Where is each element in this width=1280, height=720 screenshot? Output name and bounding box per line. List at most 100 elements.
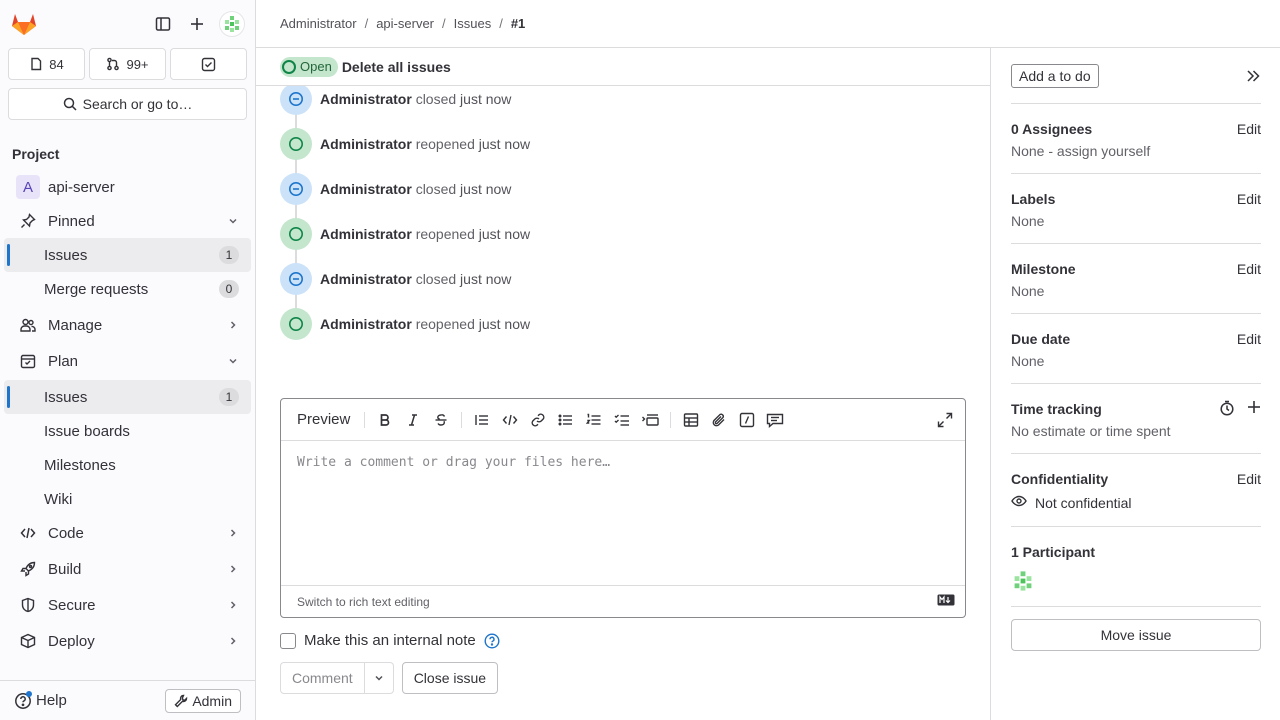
calendar-icon <box>20 353 36 369</box>
sidebar-footer: Help Admin <box>0 680 255 720</box>
sidebar-item-secure[interactable]: Secure <box>4 588 251 622</box>
user-avatar[interactable] <box>219 11 245 37</box>
event-time[interactable]: just now <box>479 226 530 242</box>
sidebar-item-code[interactable]: Code <box>4 516 251 550</box>
project-link[interactable]: A api-server <box>4 170 251 204</box>
task-list-icon[interactable] <box>608 406 636 434</box>
event-time[interactable]: just now <box>479 316 530 332</box>
pinned-label: Pinned <box>48 212 95 230</box>
quote-icon[interactable] <box>468 406 496 434</box>
sidebar-item-pinned-merge-requests[interactable]: Merge requests 0 <box>4 272 251 306</box>
breadcrumb-item[interactable]: #1 <box>511 16 525 31</box>
edit-milestone-button[interactable]: Edit <box>1237 261 1261 277</box>
numbered-list-icon[interactable] <box>580 406 608 434</box>
link-icon[interactable] <box>524 406 552 434</box>
event-time[interactable]: just now <box>460 181 511 197</box>
toggle-sidebar-icon[interactable] <box>151 12 175 36</box>
move-issue-button[interactable]: Move issue <box>1011 619 1261 651</box>
event-actor[interactable]: Administrator <box>320 316 412 332</box>
event-actor[interactable]: Administrator <box>320 271 412 287</box>
milestone-section: Milestone Edit None <box>1011 244 1261 314</box>
attach-file-icon[interactable] <box>705 406 733 434</box>
chevron-right-icon <box>227 319 239 331</box>
collapsible-section-icon[interactable] <box>636 406 664 434</box>
admin-button[interactable]: Admin <box>165 688 241 713</box>
user-counts: 84 99+ <box>0 48 255 80</box>
bold-icon[interactable] <box>371 406 399 434</box>
comment-button[interactable]: Comment <box>280 662 365 694</box>
due-date-section: Due date Edit None <box>1011 314 1261 384</box>
edit-confidentiality-button[interactable]: Edit <box>1237 471 1261 487</box>
timeline-event: Administrator closed just now <box>280 166 980 211</box>
participant-avatar[interactable] <box>1011 569 1261 596</box>
event-actor[interactable]: Administrator <box>320 181 412 197</box>
breadcrumb-item[interactable]: Administrator <box>280 16 357 31</box>
edit-assignees-button[interactable]: Edit <box>1237 121 1261 137</box>
plus-icon[interactable] <box>185 12 209 36</box>
slash-command-icon[interactable] <box>733 406 761 434</box>
confidentiality-title: Confidentiality <box>1011 471 1109 487</box>
assignees-value[interactable]: None - assign yourself <box>1011 143 1261 159</box>
rich-text-toggle[interactable]: Switch to rich text editing <box>297 595 430 609</box>
add-time-icon[interactable] <box>1247 400 1261 419</box>
event-actor[interactable]: Administrator <box>320 136 412 152</box>
milestone-value: None <box>1011 283 1045 299</box>
sidebar-item-plan[interactable]: Plan <box>4 344 251 378</box>
bullet-list-icon[interactable] <box>552 406 580 434</box>
issue-closed-icon <box>280 172 312 205</box>
event-actor[interactable]: Administrator <box>320 226 412 242</box>
issue-sticky-header: Open Delete all issues <box>256 48 990 86</box>
collapse-sidebar-icon[interactable] <box>1245 68 1261 84</box>
internal-note-row: Make this an internal note <box>280 632 500 649</box>
edit-labels-button[interactable]: Edit <box>1237 191 1261 207</box>
confidentiality-value: Not confidential <box>1035 494 1132 511</box>
event-time[interactable]: just now <box>479 136 530 152</box>
issue-open-icon <box>280 307 312 340</box>
sidebar-item-deploy[interactable]: Deploy <box>4 624 251 658</box>
stopwatch-icon[interactable] <box>1219 400 1235 419</box>
sidebar-item-manage[interactable]: Manage <box>4 308 251 342</box>
internal-note-checkbox[interactable] <box>280 632 296 649</box>
close-issue-button[interactable]: Close issue <box>401 662 499 694</box>
event-time[interactable]: just now <box>460 91 511 107</box>
milestone-title: Milestone <box>1011 261 1076 277</box>
strikethrough-icon[interactable] <box>427 406 455 434</box>
comment-actions: Comment Close issue <box>280 662 499 694</box>
sidebar-item-pinned-issues[interactable]: Issues 1 <box>4 238 251 272</box>
issue-closed-icon <box>280 82 312 115</box>
gitlab-logo-icon[interactable] <box>10 10 38 38</box>
table-icon[interactable] <box>677 406 705 434</box>
sidebar-item-build[interactable]: Build <box>4 552 251 586</box>
breadcrumb-item[interactable]: Issues <box>454 16 492 31</box>
breadcrumb-item[interactable]: api-server <box>376 16 434 31</box>
count-badge: 1 <box>219 246 239 264</box>
merge-requests-button[interactable]: 99+ <box>89 48 166 80</box>
search-button[interactable]: Search or go to… <box>8 88 247 120</box>
question-icon[interactable] <box>484 632 500 649</box>
timeline-event: Administrator reopened just now <box>280 211 980 256</box>
sidebar-item-wiki[interactable]: Wiki <box>4 482 251 516</box>
sidebar-item-issue-boards[interactable]: Issue boards <box>4 414 251 448</box>
project-avatar: A <box>16 175 40 199</box>
sidebar-item-label: Issues <box>44 246 88 264</box>
comment-template-icon[interactable] <box>761 406 789 434</box>
sidebar-item-plan-issues[interactable]: Issues 1 <box>4 380 251 414</box>
assigned-issues-button[interactable]: 84 <box>8 48 85 80</box>
code-icon[interactable] <box>496 406 524 434</box>
event-time[interactable]: just now <box>460 271 511 287</box>
preview-tab[interactable]: Preview <box>289 411 358 428</box>
italic-icon[interactable] <box>399 406 427 434</box>
timeline-text: Administrator reopened just now <box>320 136 530 152</box>
add-todo-button[interactable]: Add a to do <box>1011 63 1099 88</box>
edit-due-date-button[interactable]: Edit <box>1237 331 1261 347</box>
event-actor[interactable]: Administrator <box>320 91 412 107</box>
fullscreen-icon[interactable] <box>931 406 959 434</box>
pinned-section[interactable]: Pinned <box>4 204 251 238</box>
notification-dot <box>26 690 32 697</box>
build-label: Build <box>48 560 82 578</box>
sidebar-item-milestones[interactable]: Milestones <box>4 448 251 482</box>
comment-options-button[interactable] <box>364 662 394 694</box>
comment-textarea[interactable]: Write a comment or drag your files here… <box>281 441 965 585</box>
help-button[interactable]: Help <box>14 690 67 710</box>
todo-list-button[interactable] <box>170 48 247 80</box>
